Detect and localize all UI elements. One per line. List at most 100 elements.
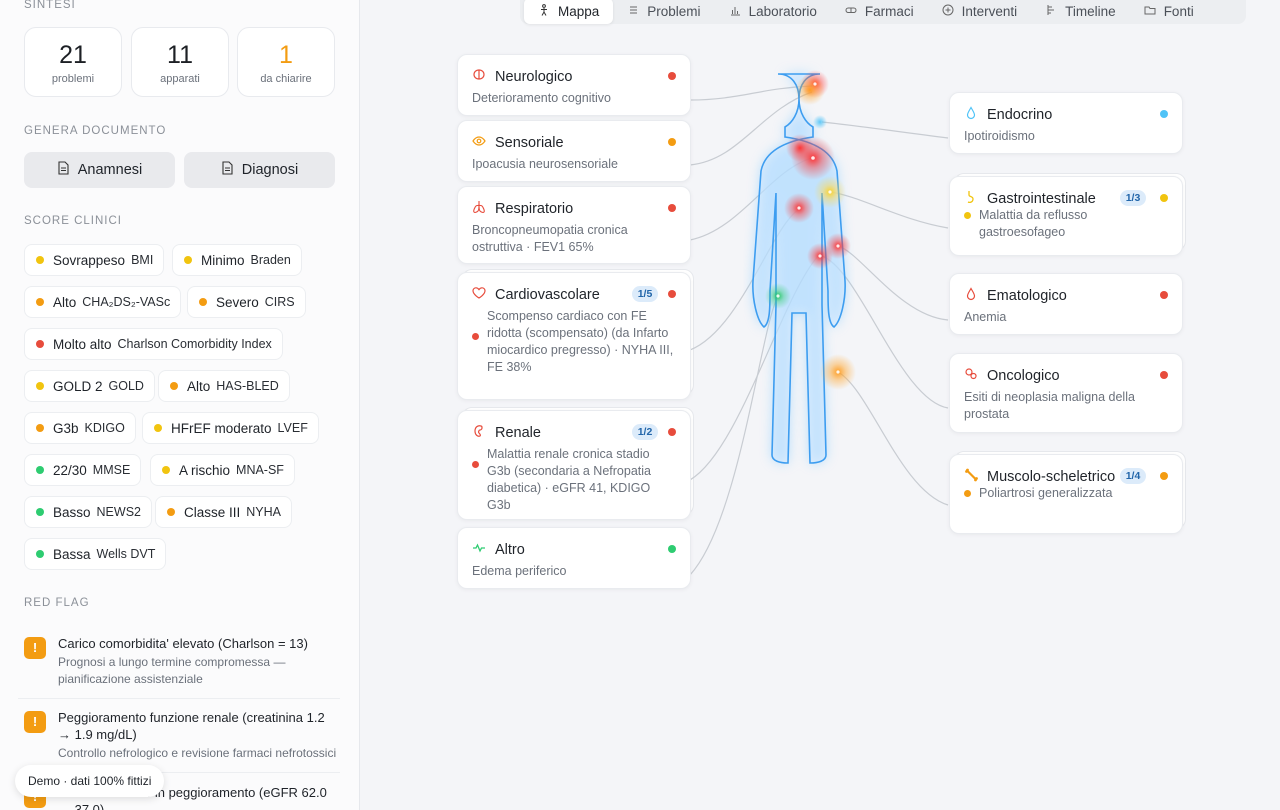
redflag-item[interactable]: ! Peggioramento funzione renale (creatin… [18,709,340,773]
brain-icon [472,68,486,86]
score-chip[interactable]: Alto HAS-BLED [158,370,290,402]
stat-da-chiarire[interactable]: 1 da chiarire [237,27,335,97]
status-dot [668,545,676,553]
lungs-icon [472,200,486,218]
folder-icon [1144,4,1156,19]
card-desc: Poliartrosi generalizzata [979,486,1113,500]
score-level: Bassa [53,546,91,562]
pulse-icon [472,541,486,559]
score-level: GOLD 2 [53,378,103,394]
score-chip[interactable]: HFrEF moderato LVEF [142,412,319,444]
list-icon [627,4,639,19]
score-name: MNA-SF [236,463,284,477]
score-name: NYHA [246,505,282,519]
status-dot [170,382,178,390]
system-card-respiratorio[interactable]: Respiratorio Broncopneumopatia cronica o… [457,186,691,264]
anamnesi-button[interactable]: Anamnesi [24,152,175,188]
system-card-ematologico[interactable]: Ematologico Anemia [949,273,1183,335]
score-name: NEWS2 [96,505,141,519]
document-icon [57,161,70,179]
status-dot [184,256,192,264]
system-card-sensoriale[interactable]: Sensoriale Ipoacusia neurosensoriale [457,120,691,182]
system-card-muscolo-scheletrico[interactable]: Muscolo-scheletrico 1/4 Poliartrosi gene… [949,451,1186,534]
score-chip[interactable]: Classe III NYHA [155,496,293,528]
view-tabs: Mappa Problemi Laboratorio Farmaci Inter… [520,0,1246,24]
system-card-cardiovascolare[interactable]: Cardiovascolare 1/5 Scompenso cardiaco c… [457,269,694,400]
tab-laboratorio[interactable]: Laboratorio [715,0,831,24]
stat-label: problemi [51,73,95,85]
item-dot [964,212,971,219]
card-header: Cardiovascolare [472,286,600,304]
score-chip[interactable]: 22/30 MMSE [24,454,142,486]
tab-mappa[interactable]: Mappa [524,0,614,24]
score-level: Severo [216,294,259,310]
diagnosi-label: Diagnosi [241,162,299,178]
score-chip[interactable]: A rischio MNA-SF [150,454,295,486]
card-desc: Ipoacusia neurosensoriale [472,157,618,171]
score-chip[interactable]: G3b KDIGO [24,412,136,444]
score-chip[interactable]: Bassa Wells DVT [24,538,167,570]
score-chip[interactable]: Molto alto Charlson Comorbidity Index [24,328,283,360]
system-card-renale[interactable]: Renale 1/2 Malattia renale cronica stadi… [457,407,694,520]
redflag-sub-text: Controllo nefrologico e revisione farmac… [58,746,337,760]
status-dot [668,204,676,212]
tab-problemi[interactable]: Problemi [613,0,714,24]
diagnosi-button[interactable]: Diagnosi [184,152,335,188]
tab-label: Farmaci [864,3,914,19]
body-figure [752,70,856,464]
status-dot [668,290,676,298]
card-header: Renale [472,424,541,442]
stat-value: 1 [279,41,293,69]
score-chip[interactable]: Sovrappeso BMI [24,244,165,276]
card-header: Sensoriale [472,134,564,152]
card-header: Altro [472,541,525,559]
tab-label: Interventi [961,3,1018,19]
status-dot [36,466,44,474]
status-dot [668,428,676,436]
blood-drop-icon [964,287,978,305]
stat-apparati[interactable]: 11 apparati [131,27,229,97]
status-dot [36,340,44,348]
score-name: HAS-BLED [216,379,279,393]
redflag-title-text: Peggioramento funzione renale (creatinin… [58,710,325,742]
redflag-item[interactable]: ! Carico comorbidita' elevato (Charlson … [18,635,340,699]
score-chip[interactable]: GOLD 2 GOLD [24,370,155,402]
score-chip[interactable]: Basso NEWS2 [24,496,152,528]
tab-timeline[interactable]: Timeline [1031,0,1130,24]
system-card-gastrointestinale[interactable]: Gastrointestinale 1/3 Malattia da reflus… [949,173,1186,256]
tab-farmaci[interactable]: Farmaci [831,0,928,24]
kidney-icon [472,424,486,442]
system-card-oncologico[interactable]: Oncologico Esiti di neoplasia maligna de… [949,353,1183,433]
score-level: A rischio [179,462,231,478]
status-dot [36,550,44,558]
tab-fonti[interactable]: Fonti [1130,0,1208,24]
card-header: Endocrino [964,106,1052,124]
score-chip[interactable]: Minimo Braden [172,244,302,276]
score-level: Molto alto [53,336,112,352]
status-dot [167,508,175,516]
score-chip[interactable]: Alto CHA₂DS₂-VASc [24,286,182,318]
card-title: Renale [495,425,541,441]
warning-icon: ! [24,637,46,659]
stat-value: 11 [167,41,193,69]
stat-problemi[interactable]: 21 problemi [24,27,122,97]
card-header: Muscolo-scheletrico [964,468,1115,486]
card-title: Altro [495,542,525,558]
tab-interventi[interactable]: Interventi [928,0,1032,24]
cells-icon [964,367,978,385]
bone-icon [964,468,978,486]
score-level: Sovrappeso [53,252,126,268]
score-chip[interactable]: Severo CIRS [187,286,306,318]
stat-value: 21 [59,41,87,69]
system-card-altro[interactable]: Altro Edema periferico [457,527,691,589]
score-name: Charlson Comorbidity Index [117,337,272,351]
plus-circle-icon [942,4,954,19]
timeline-icon [1045,4,1057,19]
tab-label: Mappa [558,3,600,19]
count-badge: 1/4 [1120,468,1146,484]
demo-badge: Demo · dati 100% fittizi [15,765,165,797]
status-dot [1160,291,1168,299]
system-card-endocrino[interactable]: Endocrino Ipotiroidismo [949,92,1183,154]
system-card-neurologico[interactable]: Neurologico Deterioramento cognitivo [457,54,691,116]
card-header: Oncologico [964,367,1060,385]
